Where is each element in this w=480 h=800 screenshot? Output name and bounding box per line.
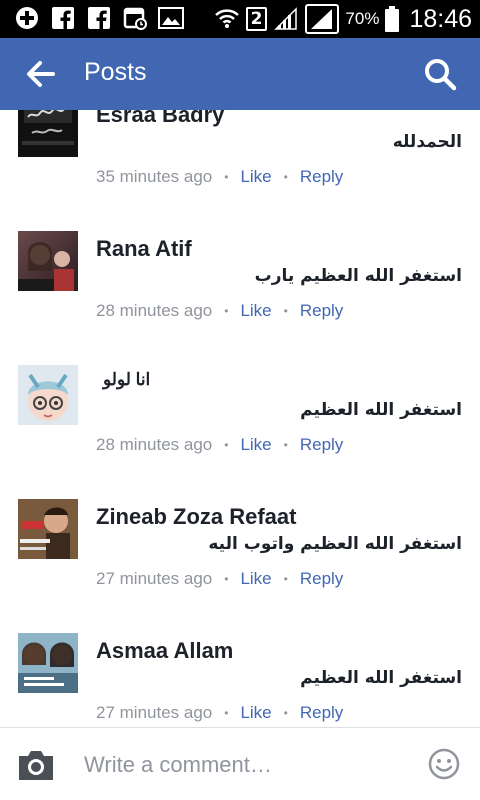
comments-list: Esraa Badry الحمدلله 35 minutes ago • Li… bbox=[0, 110, 480, 727]
back-arrow-icon bbox=[27, 61, 55, 87]
comment-time: 27 minutes ago bbox=[96, 569, 213, 588]
separator-dot: • bbox=[283, 706, 288, 720]
avatar-image bbox=[18, 633, 78, 693]
separator-dot: • bbox=[283, 438, 288, 452]
comment-author[interactable]: Asmaa Allam bbox=[96, 638, 233, 664]
like-button[interactable]: Like bbox=[240, 301, 271, 321]
emoji-button[interactable] bbox=[428, 748, 460, 780]
separator-dot: • bbox=[283, 572, 288, 586]
avatar[interactable] bbox=[18, 231, 78, 291]
comment-text: استغفر الله العظيم يارب bbox=[254, 266, 462, 286]
facebook-icon bbox=[50, 6, 76, 30]
sim-slot-badge: 2 bbox=[245, 7, 268, 31]
like-button[interactable]: Like bbox=[240, 435, 271, 455]
avatar-image bbox=[18, 231, 78, 291]
comment-meta: 27 minutes ago • Like • Reply bbox=[96, 703, 343, 723]
comment-item: Zineab Zoza Refaat استغفر الله العظيم وا… bbox=[0, 492, 480, 626]
like-button[interactable]: Like bbox=[240, 703, 271, 723]
camera-icon bbox=[19, 751, 53, 780]
avatar-image bbox=[18, 499, 78, 559]
separator-dot: • bbox=[224, 304, 229, 318]
separator-dot: • bbox=[283, 304, 288, 318]
comment-item: Asmaa Allam استغفر الله العظيم 27 minute… bbox=[0, 626, 480, 727]
comment-text: الحمدلله bbox=[392, 132, 462, 152]
separator-dot: • bbox=[224, 706, 229, 720]
comment-author[interactable]: Rana Atif bbox=[96, 236, 192, 262]
comment-author[interactable]: Esraa Badry bbox=[96, 110, 224, 128]
comment-author[interactable]: Zineab Zoza Refaat bbox=[96, 504, 296, 530]
wifi-icon bbox=[214, 7, 240, 31]
like-button[interactable]: Like bbox=[240, 167, 271, 187]
separator-dot: • bbox=[224, 572, 229, 586]
comment-text: استغفر الله العظيم واتوب اليه bbox=[208, 534, 462, 554]
comment-item: انا لولو استغفر الله العظيم 28 minutes a… bbox=[0, 358, 480, 492]
comment-text: استغفر الله العظيم bbox=[300, 400, 462, 420]
search-button[interactable] bbox=[422, 56, 458, 92]
reply-button[interactable]: Reply bbox=[300, 703, 343, 723]
clock: 18:46 bbox=[409, 4, 472, 33]
reply-button[interactable]: Reply bbox=[300, 569, 343, 589]
avatar[interactable] bbox=[18, 633, 78, 693]
reply-button[interactable]: Reply bbox=[300, 301, 343, 321]
avatar[interactable] bbox=[18, 499, 78, 559]
comment-time: 27 minutes ago bbox=[96, 703, 213, 722]
reply-button[interactable]: Reply bbox=[300, 167, 343, 187]
like-button[interactable]: Like bbox=[240, 569, 271, 589]
add-icon bbox=[14, 6, 40, 30]
status-bar: 2 70% 18:46 bbox=[0, 0, 480, 38]
gallery-icon bbox=[158, 6, 184, 30]
signal-icon bbox=[273, 7, 299, 31]
avatar-image bbox=[18, 365, 78, 425]
comment-input[interactable] bbox=[84, 746, 414, 784]
comment-meta: 35 minutes ago • Like • Reply bbox=[96, 167, 343, 187]
page-title: Posts bbox=[84, 58, 147, 86]
comment-text: استغفر الله العظيم bbox=[300, 668, 462, 688]
comment-item: Rana Atif استغفر الله العظيم يارب 28 min… bbox=[0, 224, 480, 358]
reply-button[interactable]: Reply bbox=[300, 435, 343, 455]
avatar-image bbox=[18, 110, 78, 157]
app-bar: Posts bbox=[0, 38, 480, 110]
comment-meta: 28 minutes ago • Like • Reply bbox=[96, 301, 343, 321]
comment-composer bbox=[0, 727, 480, 800]
search-icon bbox=[425, 59, 457, 91]
battery-percent: 70% bbox=[345, 9, 380, 28]
comment-time: 28 minutes ago bbox=[96, 301, 213, 320]
calendar-icon bbox=[122, 6, 148, 30]
facebook-icon bbox=[86, 6, 112, 30]
comment-author[interactable]: انا لولو bbox=[103, 370, 150, 390]
smiley-icon bbox=[428, 748, 460, 780]
separator-dot: • bbox=[224, 438, 229, 452]
comment-time: 28 minutes ago bbox=[96, 435, 213, 454]
comment-time: 35 minutes ago bbox=[96, 167, 213, 186]
comment-meta: 28 minutes ago • Like • Reply bbox=[96, 435, 343, 455]
back-button[interactable] bbox=[22, 56, 58, 92]
avatar[interactable] bbox=[18, 110, 78, 157]
separator-dot: • bbox=[283, 170, 288, 184]
separator-dot: • bbox=[224, 170, 229, 184]
comment-item: Esraa Badry الحمدلله 35 minutes ago • Li… bbox=[0, 110, 480, 224]
camera-button[interactable] bbox=[16, 748, 56, 782]
avatar[interactable] bbox=[18, 365, 78, 425]
comment-meta: 27 minutes ago • Like • Reply bbox=[96, 569, 343, 589]
signal-icon bbox=[305, 4, 340, 34]
battery-icon bbox=[385, 6, 400, 32]
